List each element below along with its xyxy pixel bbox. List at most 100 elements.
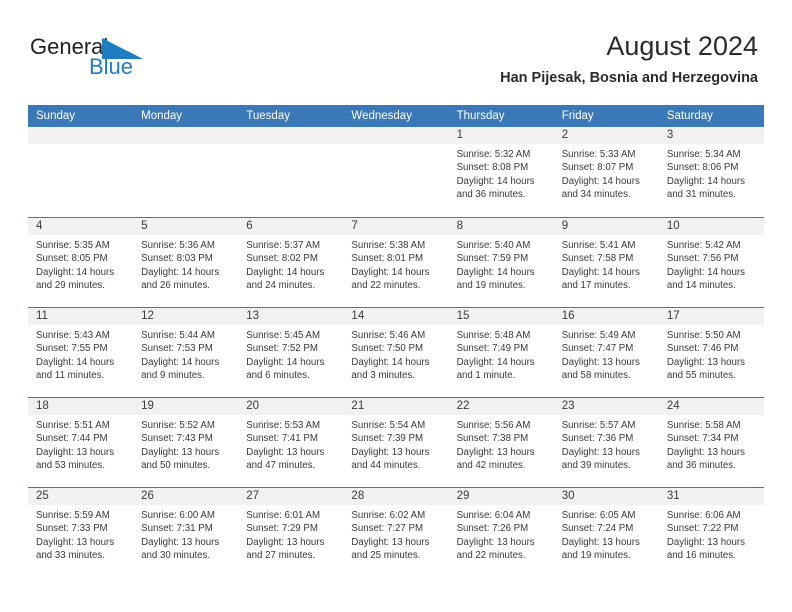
daylight-text-line2: and 53 minutes.	[36, 460, 105, 472]
page-header: General Blue August 2024 Han Pijesak, Bo…	[0, 0, 792, 86]
day-number: 25	[28, 488, 134, 505]
calendar-day-cell[interactable]: 13 Sunrise: 5:45 AM Sunset: 7:52 PM Dayligh…	[238, 307, 344, 397]
daylight-text-line1: Daylight: 13 hours	[561, 356, 640, 368]
calendar-day-cell[interactable]: 11 Sunrise: 5:43 AM Sunset: 7:55 PM Dayligh…	[28, 307, 134, 397]
calendar-day-cell[interactable]: 21 Sunrise: 5:54 AM Sunset: 7:39 PM Dayligh…	[343, 397, 449, 487]
calendar-day-cell[interactable]: 31 Sunrise: 6:06 AM Sunset: 7:22 PM Dayligh…	[658, 487, 764, 577]
calendar-day-cell[interactable]: 24 Sunrise: 5:58 AM Sunset: 7:34 PM Dayligh…	[658, 397, 764, 487]
daylight-text-line1: Daylight: 13 hours	[246, 446, 325, 458]
day-details: Sunrise: 5:48 AM Sunset: 7:49 PM Daylight:…	[449, 325, 554, 383]
daylight-text-line1: Daylight: 14 hours	[561, 266, 640, 278]
day-details: Sunrise: 5:52 AM Sunset: 7:43 PM Daylight:…	[133, 415, 238, 473]
sunrise-text: Sunrise: 5:44 AM	[141, 330, 215, 341]
day-details: Sunrise: 5:33 AM Sunset: 8:07 PM Daylight:…	[554, 144, 659, 202]
daylight-text-line1: Daylight: 13 hours	[36, 536, 115, 548]
daylight-text-line2: and 22 minutes.	[351, 280, 421, 292]
calendar-cell-container: 12 Sunrise: 5:44 AM Sunset: 7:53 PM Dayligh…	[133, 307, 239, 397]
calendar-day-cell[interactable]: 30 Sunrise: 6:05 AM Sunset: 7:24 PM Dayligh…	[553, 487, 659, 577]
calendar-day-cell[interactable]: 19 Sunrise: 5:52 AM Sunset: 7:43 PM Dayligh…	[133, 397, 239, 487]
sunset-text: Sunset: 7:52 PM	[246, 343, 318, 355]
sunrise-text: Sunrise: 5:56 AM	[456, 420, 531, 431]
general-blue-logo[interactable]: General Blue	[30, 34, 180, 86]
sunrise-text: Sunrise: 5:49 AM	[561, 330, 636, 341]
sunrise-text: Sunrise: 5:38 AM	[351, 240, 426, 251]
day-number	[238, 127, 344, 144]
day-number: 3	[658, 127, 764, 144]
calendar-day-cell[interactable]: 16 Sunrise: 5:49 AM Sunset: 7:47 PM Dayligh…	[553, 307, 659, 397]
calendar-cell-container: 4 Sunrise: 5:35 AM Sunset: 8:05 PM Daylight…	[28, 217, 134, 307]
day-details: Sunrise: 5:35 AM Sunset: 8:05 PM Daylight:…	[28, 235, 133, 293]
daylight-text-line2: and 24 minutes.	[246, 280, 316, 292]
calendar-day-cell[interactable]: 3 Sunrise: 5:34 AM Sunset: 8:06 PM Daylight…	[658, 127, 764, 217]
calendar-day-cell[interactable]: 7 Sunrise: 5:38 AM Sunset: 8:01 PM Daylight…	[343, 217, 449, 307]
daylight-text-line1: Daylight: 14 hours	[666, 266, 745, 278]
day-number: 21	[343, 398, 449, 415]
calendar-cell-container: 25 Sunrise: 5:59 AM Sunset: 7:33 PM Dayligh…	[28, 487, 134, 577]
calendar-table: Sunday Monday Tuesday Wednesday Thursday…	[28, 105, 764, 577]
calendar-week-row: 25 Sunrise: 5:59 AM Sunset: 7:33 PM Dayligh…	[28, 487, 764, 577]
daylight-text-line2: and 47 minutes.	[246, 460, 316, 472]
calendar-day-cell[interactable]: 1 Sunrise: 5:32 AM Sunset: 8:08 PM Daylight…	[448, 127, 554, 217]
daylight-text-line1: Daylight: 13 hours	[36, 446, 115, 458]
day-details: Sunrise: 5:37 AM Sunset: 8:02 PM Daylight:…	[238, 235, 343, 293]
calendar-cell-container: 5 Sunrise: 5:36 AM Sunset: 8:03 PM Daylight…	[133, 217, 239, 307]
daylight-text-line1: Daylight: 13 hours	[141, 446, 220, 458]
calendar-cell-container: 15 Sunrise: 5:48 AM Sunset: 7:49 PM Dayligh…	[448, 307, 554, 397]
daylight-text-line2: and 22 minutes.	[456, 550, 526, 562]
calendar-day-cell[interactable]: 18 Sunrise: 5:51 AM Sunset: 7:44 PM Dayligh…	[28, 397, 134, 487]
day-number: 18	[28, 398, 134, 415]
sunset-text: Sunset: 7:58 PM	[561, 253, 634, 265]
daylight-text-line2: and 31 minutes.	[666, 189, 736, 201]
day-number: 30	[553, 488, 659, 505]
calendar-day-cell[interactable]: 17 Sunrise: 5:50 AM Sunset: 7:46 PM Dayligh…	[658, 307, 764, 397]
calendar-day-cell[interactable]: 5 Sunrise: 5:36 AM Sunset: 8:03 PM Daylight…	[133, 217, 239, 307]
day-details: Sunrise: 6:00 AM Sunset: 7:31 PM Daylight:…	[133, 505, 238, 563]
sunrise-text: Sunrise: 5:54 AM	[351, 420, 426, 431]
calendar-day-cell[interactable]: 6 Sunrise: 5:37 AM Sunset: 8:02 PM Daylight…	[238, 217, 344, 307]
calendar-day-cell[interactable]: 27 Sunrise: 6:01 AM Sunset: 7:29 PM Dayligh…	[238, 487, 344, 577]
calendar-day-cell[interactable]: 12 Sunrise: 5:44 AM Sunset: 7:53 PM Dayligh…	[133, 307, 239, 397]
weekday-header-tuesday: Tuesday	[238, 105, 344, 127]
day-number: 4	[28, 218, 134, 235]
sunset-text: Sunset: 7:24 PM	[561, 523, 634, 535]
calendar-day-cell[interactable]: 10 Sunrise: 5:42 AM Sunset: 7:56 PM Dayligh…	[658, 217, 764, 307]
calendar-cell-container	[343, 127, 449, 217]
calendar-day-cell[interactable]: 29 Sunrise: 6:04 AM Sunset: 7:26 PM Dayligh…	[448, 487, 554, 577]
daylight-text-line1: Daylight: 14 hours	[456, 266, 535, 278]
calendar-day-cell[interactable]: 15 Sunrise: 5:48 AM Sunset: 7:49 PM Dayligh…	[448, 307, 554, 397]
day-details: Sunrise: 5:56 AM Sunset: 7:38 PM Daylight:…	[449, 415, 554, 473]
calendar-week-row: 1 Sunrise: 5:32 AM Sunset: 8:08 PM Daylight…	[28, 127, 764, 217]
calendar-cell-container: 29 Sunrise: 6:04 AM Sunset: 7:26 PM Dayligh…	[448, 487, 554, 577]
day-details: Sunrise: 5:50 AM Sunset: 7:46 PM Daylight:…	[659, 325, 764, 383]
daylight-text-line1: Daylight: 14 hours	[351, 356, 430, 368]
calendar-day-cell[interactable]: 22 Sunrise: 5:56 AM Sunset: 7:38 PM Dayligh…	[448, 397, 554, 487]
daylight-text-line2: and 36 minutes.	[666, 460, 736, 472]
calendar-day-cell[interactable]: 4 Sunrise: 5:35 AM Sunset: 8:05 PM Daylight…	[28, 217, 134, 307]
sunrise-text: Sunrise: 5:32 AM	[456, 149, 531, 160]
calendar-day-cell[interactable]: 2 Sunrise: 5:33 AM Sunset: 8:07 PM Daylight…	[553, 127, 659, 217]
day-details: Sunrise: 5:43 AM Sunset: 7:55 PM Daylight:…	[28, 325, 133, 383]
day-details: Sunrise: 5:38 AM Sunset: 8:01 PM Daylight:…	[343, 235, 448, 293]
sunrise-text: Sunrise: 5:37 AM	[246, 240, 321, 251]
day-number: 11	[28, 308, 134, 325]
day-details: Sunrise: 6:04 AM Sunset: 7:26 PM Daylight:…	[449, 505, 554, 563]
calendar-day-cell[interactable]: 20 Sunrise: 5:53 AM Sunset: 7:41 PM Dayligh…	[238, 397, 344, 487]
calendar-day-cell[interactable]: 28 Sunrise: 6:02 AM Sunset: 7:27 PM Dayligh…	[343, 487, 449, 577]
calendar-day-cell[interactable]: 8 Sunrise: 5:40 AM Sunset: 7:59 PM Daylight…	[448, 217, 554, 307]
sunset-text: Sunset: 7:59 PM	[456, 253, 529, 265]
calendar-day-cell[interactable]: 9 Sunrise: 5:41 AM Sunset: 7:58 PM Daylight…	[553, 217, 659, 307]
calendar-day-cell[interactable]: 26 Sunrise: 6:00 AM Sunset: 7:31 PM Dayligh…	[133, 487, 239, 577]
daylight-text-line1: Daylight: 13 hours	[666, 356, 745, 368]
day-details: Sunrise: 6:01 AM Sunset: 7:29 PM Daylight:…	[238, 505, 343, 563]
calendar-day-cell[interactable]: 25 Sunrise: 5:59 AM Sunset: 7:33 PM Dayligh…	[28, 487, 134, 577]
daylight-text-line2: and 42 minutes.	[456, 460, 526, 472]
day-details: Sunrise: 5:34 AM Sunset: 8:06 PM Daylight:…	[659, 144, 764, 202]
daylight-text-line1: Daylight: 13 hours	[666, 446, 745, 458]
weekday-header-wednesday: Wednesday	[343, 105, 449, 127]
sunrise-text: Sunrise: 5:42 AM	[666, 240, 741, 251]
calendar-day-cell[interactable]: 14 Sunrise: 5:46 AM Sunset: 7:50 PM Dayligh…	[343, 307, 449, 397]
daylight-text-line1: Daylight: 13 hours	[351, 536, 430, 548]
calendar-cell-container	[238, 127, 344, 217]
daylight-text-line2: and 34 minutes.	[561, 189, 631, 201]
calendar-day-cell[interactable]: 23 Sunrise: 5:57 AM Sunset: 7:36 PM Dayligh…	[553, 397, 659, 487]
